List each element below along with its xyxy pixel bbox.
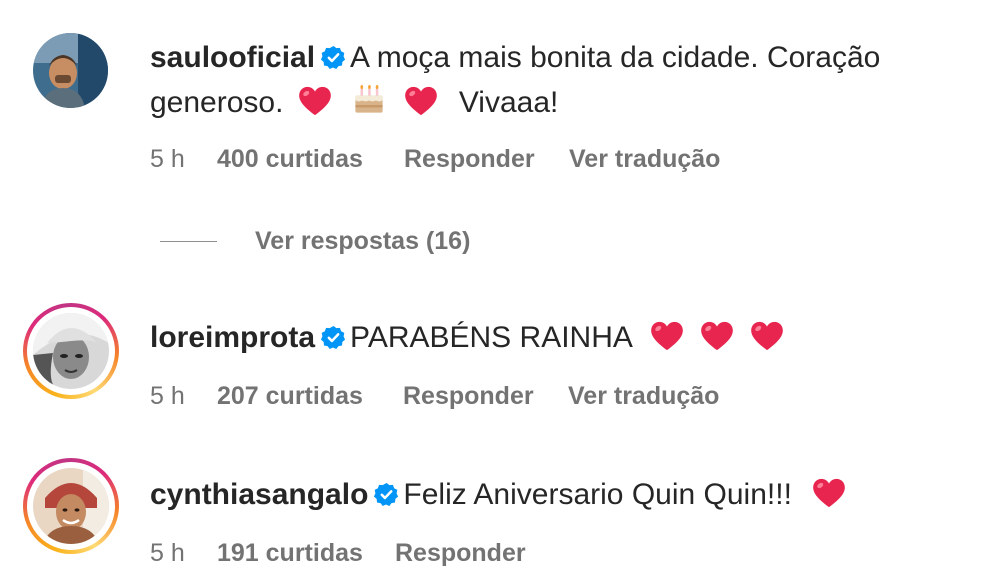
reply-button[interactable]: Responder <box>403 381 534 411</box>
username[interactable]: loreimprota <box>150 321 315 354</box>
username[interactable]: cynthiasangalo <box>150 478 368 511</box>
translate-button[interactable]: Ver tradução <box>568 381 719 411</box>
comment-body: PARABÉNS RAINHA <box>350 321 632 354</box>
translate-button[interactable]: Ver tradução <box>569 144 720 174</box>
red-heart-icon <box>298 86 332 127</box>
avatar[interactable] <box>33 468 109 544</box>
avatar[interactable] <box>33 33 108 108</box>
red-heart-icon <box>812 478 846 519</box>
timestamp[interactable]: 5 h <box>150 381 185 411</box>
likes-count[interactable]: 207 curtidas <box>217 381 363 411</box>
timestamp[interactable]: 5 h <box>150 144 185 174</box>
replies-divider <box>160 241 217 242</box>
verified-badge-icon <box>321 41 346 66</box>
username[interactable]: saulooficial <box>150 41 315 74</box>
red-heart-icon <box>700 321 734 362</box>
comment-body: generoso. <box>150 86 284 119</box>
comment-body: Vivaaa! <box>458 86 559 119</box>
comment-item: saulooficial A moça mais bonita da cidade… <box>0 0 984 200</box>
comment-text-line: generoso. Vivaaa! <box>150 82 558 127</box>
avatar[interactable] <box>33 313 109 389</box>
comment-body: Feliz Aniversario Quin Quin!!! <box>403 478 792 511</box>
red-heart-icon <box>404 86 438 127</box>
comment-item: loreimprota PARABÉNS RAINHA 5 h 207 curti… <box>0 290 984 430</box>
verified-badge-icon <box>321 321 346 346</box>
comment-text-line: loreimprota PARABÉNS RAINHA <box>150 318 784 362</box>
likes-count[interactable]: 400 curtidas <box>217 144 363 174</box>
birthday-cake-icon <box>352 82 386 127</box>
comment-text-line: cynthiasangalo Feliz Aniversario Quin Qui… <box>150 475 846 519</box>
red-heart-icon <box>650 321 684 362</box>
comment-text-line: saulooficial A moça mais bonita da cidade… <box>150 38 880 78</box>
comment-item: cynthiasangalo Feliz Aniversario Quin Qui… <box>0 445 984 573</box>
verified-badge-icon <box>374 478 399 503</box>
red-heart-icon <box>750 321 784 362</box>
reply-button[interactable]: Responder <box>395 538 526 568</box>
timestamp[interactable]: 5 h <box>150 538 185 568</box>
reply-button[interactable]: Responder <box>404 144 535 174</box>
likes-count[interactable]: 191 curtidas <box>217 538 363 568</box>
comment-body: A moça mais bonita da cidade. Coração <box>350 41 881 74</box>
view-replies-label[interactable]: Ver respostas (16) <box>255 226 470 256</box>
